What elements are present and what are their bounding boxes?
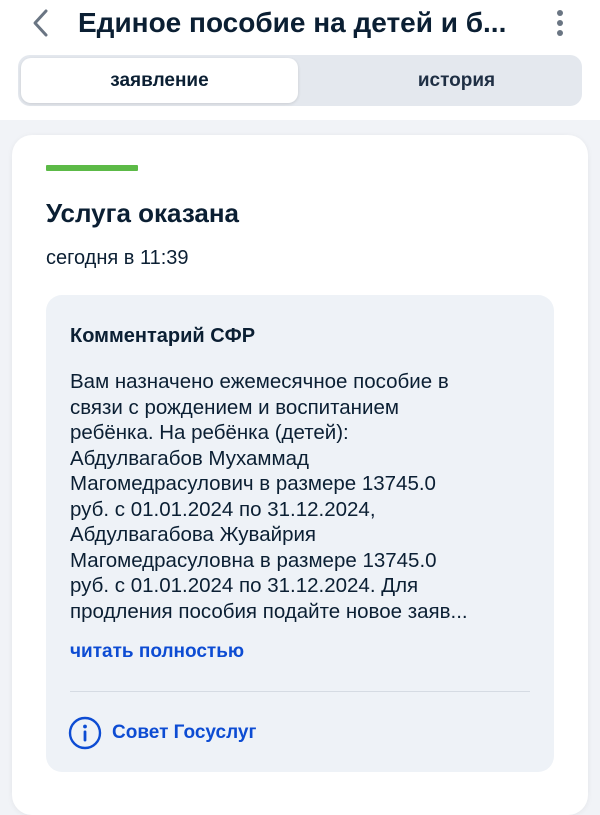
divider — [70, 691, 530, 692]
top-panel: Единое пособие на детей и б... заявление… — [0, 0, 600, 120]
comment-line: Вам назначено ежемесячное пособие в — [70, 370, 449, 393]
comment-line: руб. с 01.01.2024 по 31.12.2024. Для — [70, 574, 419, 597]
comment-line: руб. с 01.01.2024 по 31.12.2024, — [70, 497, 376, 521]
comment-line: Магомедрасуловна в размере 13745.0 — [70, 548, 437, 572]
chevron-left-icon — [33, 9, 48, 37]
comment-line: продления пособия подайте новое заяв... — [70, 599, 468, 623]
tab-history[interactable]: история — [318, 58, 595, 103]
page-title: Единое пособие на детей и б... — [78, 7, 507, 38]
tip-label: Совет Госуслуг — [112, 722, 257, 743]
comment-line: ребёнка. На ребёнка (детей): — [70, 421, 349, 444]
read-more-link[interactable]: читать полностью — [70, 639, 244, 665]
comment-text: Вам назначено ежемесячное пособие в связ… — [70, 369, 540, 624]
status-card: Услуга оказана сегодня в 11:39 Комментар… — [12, 135, 588, 815]
comment-line: Абдулвагабова Жувайрия — [70, 523, 317, 546]
status-title: Услуга оказана — [46, 198, 240, 228]
tab-switcher: заявление история — [18, 55, 582, 106]
comment-line: Магомедрасулович в размере 13745.0 — [70, 472, 436, 495]
back-button[interactable] — [24, 6, 58, 40]
status-timestamp: сегодня в 11:39 — [46, 247, 189, 269]
tab-application[interactable]: заявление — [21, 58, 298, 103]
app-header: Единое пособие на детей и б... — [0, 0, 600, 48]
status-indicator-bar — [46, 165, 138, 171]
gosuslugi-tip-button[interactable]: Совет Госуслуг — [68, 715, 256, 751]
comment-line: связи с рождением и воспитанием — [70, 395, 399, 419]
comment-title: Комментарий СФР — [70, 325, 256, 347]
info-icon — [68, 716, 102, 750]
more-options-button[interactable] — [546, 6, 574, 40]
comment-block: Комментарий СФР Вам назначено ежемесячно… — [46, 295, 554, 772]
more-vertical-icon — [557, 10, 563, 36]
comment-line: Абдулвагабов Мухаммад — [70, 446, 309, 470]
